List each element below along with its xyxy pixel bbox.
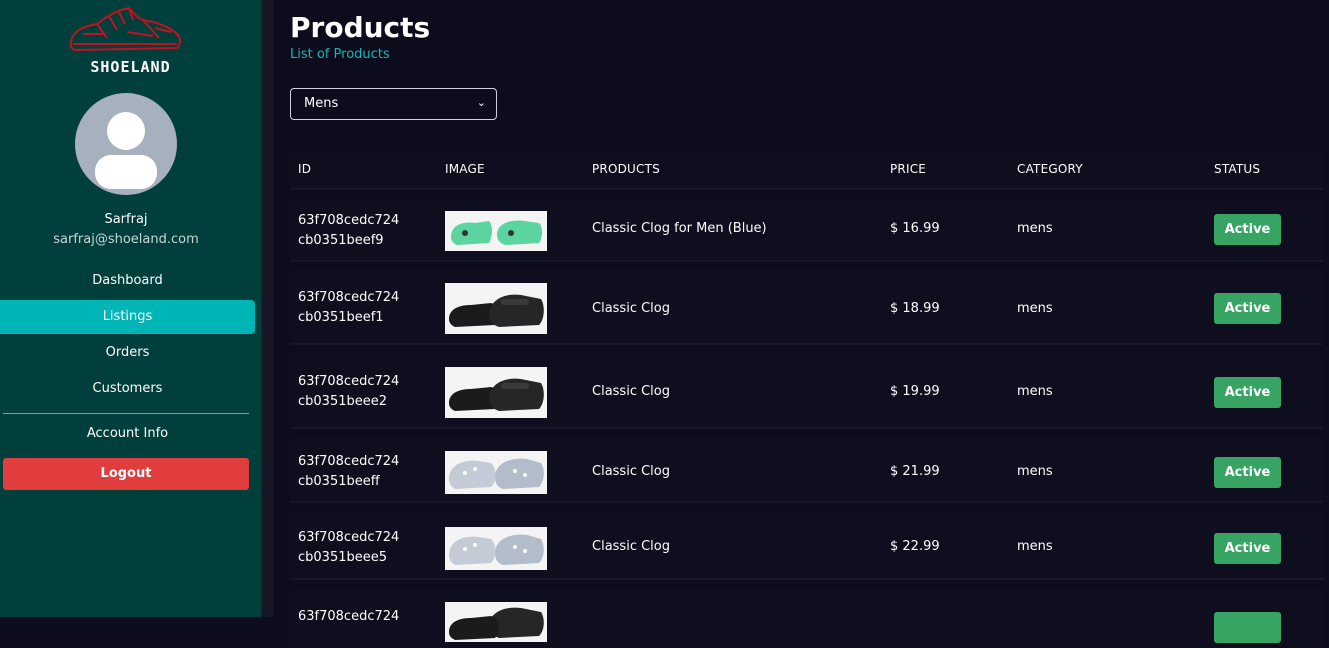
status-badge[interactable]: Active <box>1214 533 1281 564</box>
product-image-glitter-clog <box>445 527 547 570</box>
product-image-glitter-clog <box>445 451 547 494</box>
product-category: mens <box>1017 539 1053 554</box>
product-name: Classic Clog <box>592 464 670 479</box>
product-image-black-sandal <box>445 367 547 418</box>
nav-orders[interactable]: Orders <box>0 336 255 370</box>
status-badge[interactable]: Active <box>1214 293 1281 324</box>
nav-dashboard[interactable]: Dashboard <box>0 264 255 298</box>
status-badge[interactable]: Active <box>1214 214 1281 245</box>
column-header-id: ID <box>298 162 312 176</box>
product-image-green-clog <box>445 211 547 251</box>
user-name: Sarfraj <box>104 212 148 227</box>
chevron-down-icon: ⌄ <box>476 96 486 109</box>
product-name: Classic Clog <box>592 301 670 316</box>
page-title: Products <box>290 11 431 44</box>
nav-listings[interactable]: Listings <box>0 300 255 334</box>
table-row[interactable]: 63f708cedc724 cb0351beef1 Classic Clog $ … <box>290 269 1323 343</box>
product-price: $ 16.99 <box>890 221 940 236</box>
logout-button[interactable]: Logout <box>3 458 249 490</box>
sidebar-divider <box>3 413 249 414</box>
status-badge[interactable]: Active <box>1214 457 1281 488</box>
user-email: sarfraj@shoeland.com <box>53 232 199 247</box>
column-header-status: STATUS <box>1214 162 1261 176</box>
category-select-value: Mens <box>304 96 339 111</box>
product-category: mens <box>1017 384 1053 399</box>
table-row[interactable]: 63f708cedc724 <box>290 588 1323 648</box>
product-category: mens <box>1017 301 1053 316</box>
product-price: $ 21.99 <box>890 464 940 479</box>
table-row[interactable]: 63f708cedc724 cb0351beef9 Classic Clog fo… <box>290 198 1323 260</box>
nav-customers[interactable]: Customers <box>0 372 255 406</box>
column-header-category: CATEGORY <box>1017 162 1083 176</box>
sneaker-logo-icon <box>69 7 181 51</box>
product-id: 63f708cedc724 cb0351beef1 <box>298 290 400 325</box>
sidebar-scroll-gutter <box>261 0 274 617</box>
column-header-price: PRICE <box>890 162 927 176</box>
product-image-black-sandal <box>445 283 547 334</box>
user-avatar-icon <box>75 93 177 195</box>
nav-account-info[interactable]: Account Info <box>0 417 255 451</box>
product-id: 63f708cedc724 cb0351beee2 <box>298 374 400 409</box>
brand-name: SHOELAND <box>90 58 171 76</box>
product-id: 63f708cedc724 <box>298 609 400 624</box>
product-price: $ 22.99 <box>890 539 940 554</box>
product-id: 63f708cedc724 cb0351beeff <box>298 454 400 489</box>
product-name: Classic Clog <box>592 384 670 399</box>
product-id: 63f708cedc724 cb0351beee5 <box>298 530 400 565</box>
product-category: mens <box>1017 221 1053 236</box>
product-price: $ 19.99 <box>890 384 940 399</box>
table-row[interactable]: 63f708cedc724 cb0351beee5 Classic Clog $ … <box>290 510 1323 578</box>
status-badge[interactable]: Active <box>1214 377 1281 408</box>
page-subtitle: List of Products <box>290 47 390 62</box>
category-select[interactable]: Mens ⌄ <box>290 88 497 120</box>
product-category: mens <box>1017 464 1053 479</box>
table-row[interactable]: 63f708cedc724 cb0351beeff Classic Clog $ … <box>290 437 1323 501</box>
column-header-image: IMAGE <box>445 162 485 176</box>
product-name: Classic Clog for Men (Blue) <box>592 221 767 236</box>
sidebar: SHOELAND Sarfraj sarfraj@shoeland.com Da… <box>0 0 261 617</box>
table-row[interactable]: 63f708cedc724 cb0351beee2 Classic Clog $ … <box>290 353 1323 427</box>
column-header-products: PRODUCTS <box>592 162 660 176</box>
product-image-black-sandal <box>445 602 547 642</box>
product-price: $ 18.99 <box>890 301 940 316</box>
product-name: Classic Clog <box>592 539 670 554</box>
product-id: 63f708cedc724 cb0351beef9 <box>298 213 400 248</box>
table-header: ID IMAGE PRODUCTS PRICE CATEGORY STATUS <box>290 150 1323 188</box>
